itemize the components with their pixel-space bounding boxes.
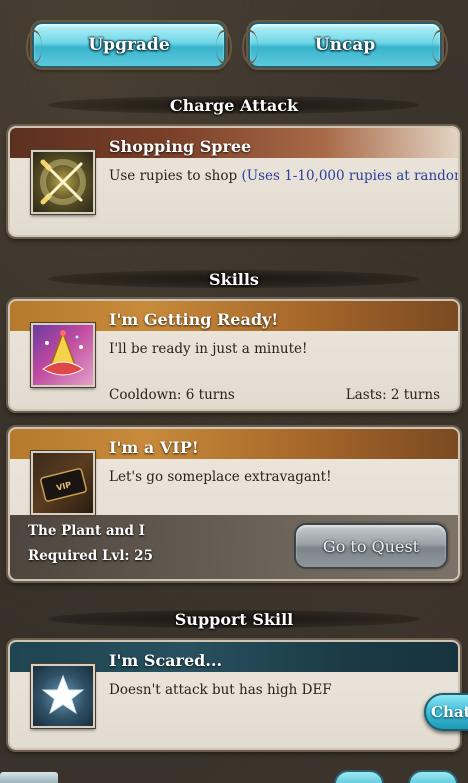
bottom-menu-bar[interactable] bbox=[0, 772, 58, 783]
charge-attack-note: (Uses 1-10,000 rupies at random) bbox=[241, 168, 460, 184]
upgrade-button-label: Upgrade bbox=[88, 35, 170, 55]
support-skill-name: I'm Scared... bbox=[109, 651, 223, 670]
charge-attack-header: Charge Attack bbox=[0, 92, 468, 118]
support-skill-header: Support Skill bbox=[0, 606, 468, 632]
support-skill-card[interactable]: I'm Scared... Doesn't attack but has hig… bbox=[8, 640, 460, 750]
charge-attack-name: Shopping Spree bbox=[109, 137, 252, 156]
uncap-button[interactable]: Uncap bbox=[242, 22, 448, 68]
skill-name: I'm Getting Ready! bbox=[109, 310, 279, 329]
uncap-button-label: Uncap bbox=[314, 35, 376, 55]
chat-button[interactable]: Chat bbox=[424, 693, 468, 731]
charge-attack-title: Charge Attack bbox=[169, 95, 299, 115]
required-level: Required Lvl: 25 bbox=[28, 548, 153, 564]
skill-name: I'm a VIP! bbox=[109, 438, 199, 457]
support-skill-description: Doesn't attack but has high DEF bbox=[109, 682, 332, 698]
unlock-quest-name: The Plant and I bbox=[28, 523, 145, 539]
go-to-quest-button[interactable]: Go to Quest bbox=[294, 523, 448, 569]
skills-header: Skills bbox=[0, 266, 468, 292]
upgrade-button[interactable]: Upgrade bbox=[26, 22, 232, 68]
skills-title: Skills bbox=[209, 269, 259, 289]
skill-unlock-strip: The Plant and I Required Lvl: 25 Go to Q… bbox=[10, 515, 458, 579]
party-hat-icon bbox=[31, 323, 95, 387]
crossed-swords-icon bbox=[31, 150, 95, 214]
skill-duration: Lasts: 2 turns bbox=[345, 387, 440, 403]
charge-attack-description: Use rupies to shop (Uses 1-10,000 rupies… bbox=[109, 168, 460, 184]
top-button-row: Upgrade Uncap bbox=[0, 22, 468, 72]
chat-label: Chat bbox=[431, 703, 468, 721]
vip-card-icon: VIP bbox=[31, 451, 95, 515]
star-shield-icon bbox=[31, 664, 95, 728]
skill-description: Let's go someplace extravagant! bbox=[109, 469, 332, 485]
skill-description: I'll be ready in just a minute! bbox=[109, 341, 308, 357]
skill-card-vip[interactable]: VIP I'm a VIP! Let's go someplace extrav… bbox=[8, 427, 460, 581]
skill-cooldown: Cooldown: 6 turns bbox=[109, 387, 235, 403]
charge-attack-card[interactable]: Shopping Spree Use rupies to shop (Uses … bbox=[8, 126, 460, 237]
bottom-tab-button[interactable] bbox=[408, 770, 458, 783]
support-skill-title: Support Skill bbox=[174, 609, 294, 629]
skill-card-getting-ready[interactable]: I'm Getting Ready! I'll be ready in just… bbox=[8, 299, 460, 411]
bottom-tab-button[interactable] bbox=[334, 770, 384, 783]
charge-attack-desc-text: Use rupies to shop bbox=[109, 168, 238, 184]
go-to-quest-label: Go to Quest bbox=[322, 536, 420, 556]
